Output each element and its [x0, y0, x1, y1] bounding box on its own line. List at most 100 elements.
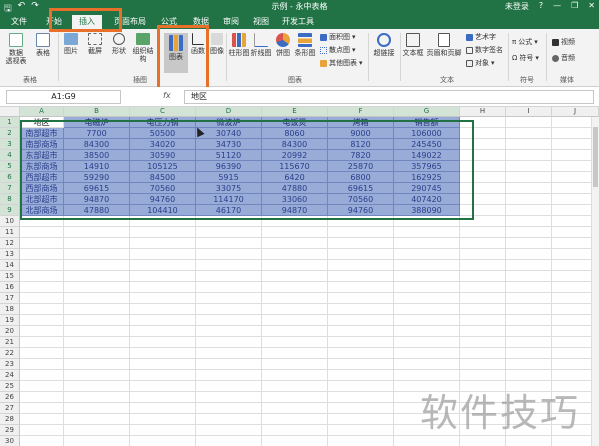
header-footer-button[interactable]: 页眉和页脚: [426, 33, 462, 57]
table-cell[interactable]: [262, 293, 328, 304]
table-cell[interactable]: [506, 282, 552, 293]
table-cell[interactable]: [328, 249, 394, 260]
table-cell[interactable]: 25870: [328, 161, 394, 172]
table-cell[interactable]: [460, 183, 506, 194]
table-cell[interactable]: [20, 326, 64, 337]
table-cell[interactable]: [460, 172, 506, 183]
table-cell[interactable]: [64, 216, 130, 227]
table-cell[interactable]: [20, 348, 64, 359]
table-cell[interactable]: 70560: [130, 183, 196, 194]
table-cell[interactable]: [196, 381, 262, 392]
table-cell[interactable]: 东部超市: [20, 150, 64, 161]
table-cell[interactable]: [460, 271, 506, 282]
function-chart-button[interactable]: 函数: [188, 33, 208, 55]
table-cell[interactable]: 9000: [328, 128, 394, 139]
table-cell[interactable]: [20, 403, 64, 414]
table-cell[interactable]: [328, 315, 394, 326]
table-cell[interactable]: 东部商场: [20, 161, 64, 172]
table-cell[interactable]: [506, 326, 552, 337]
table-cell[interactable]: [64, 315, 130, 326]
table-cell[interactable]: 59290: [64, 172, 130, 183]
table-cell[interactable]: 33075: [196, 183, 262, 194]
table-cell[interactable]: [196, 436, 262, 446]
row-header[interactable]: 3: [0, 139, 20, 150]
table-cell[interactable]: [130, 370, 196, 381]
table-cell[interactable]: [196, 216, 262, 227]
table-cell[interactable]: 14910: [64, 161, 130, 172]
smartart-button[interactable]: 组织结构: [130, 33, 156, 63]
table-cell[interactable]: 245450: [394, 139, 460, 150]
table-cell[interactable]: [328, 304, 394, 315]
table-cell[interactable]: [394, 359, 460, 370]
table-cell[interactable]: 微波炉: [196, 117, 262, 128]
table-cell[interactable]: [196, 271, 262, 282]
table-cell[interactable]: [130, 271, 196, 282]
table-cell[interactable]: 北部超市: [20, 194, 64, 205]
table-cell[interactable]: [394, 348, 460, 359]
table-cell[interactable]: [130, 282, 196, 293]
table-cell[interactable]: [262, 260, 328, 271]
table-cell[interactable]: 电饭煲: [262, 117, 328, 128]
table-cell[interactable]: [262, 348, 328, 359]
tab-review[interactable]: 审阅: [218, 15, 244, 29]
table-cell[interactable]: [328, 392, 394, 403]
table-cell[interactable]: [328, 359, 394, 370]
table-cell[interactable]: 84300: [262, 139, 328, 150]
table-cell[interactable]: [460, 117, 506, 128]
tab-insert[interactable]: 插入: [72, 15, 102, 29]
table-cell[interactable]: [64, 403, 130, 414]
table-cell[interactable]: [328, 282, 394, 293]
formula-input[interactable]: 地区: [184, 90, 594, 104]
table-cell[interactable]: 南部超市: [20, 128, 64, 139]
table-cell[interactable]: 南部商场: [20, 139, 64, 150]
table-cell[interactable]: [506, 227, 552, 238]
table-cell[interactable]: [506, 359, 552, 370]
table-cell[interactable]: [460, 139, 506, 150]
table-cell[interactable]: [20, 359, 64, 370]
table-cell[interactable]: [460, 194, 506, 205]
table-cell[interactable]: [394, 227, 460, 238]
table-cell[interactable]: [130, 227, 196, 238]
table-cell[interactable]: [64, 348, 130, 359]
line-chart-button[interactable]: 折线图: [250, 33, 272, 57]
table-cell[interactable]: [460, 293, 506, 304]
row-header[interactable]: 7: [0, 183, 20, 194]
row-header[interactable]: 2: [0, 128, 20, 139]
row-header[interactable]: 28: [0, 414, 20, 425]
table-cell[interactable]: [262, 381, 328, 392]
table-cell[interactable]: [64, 392, 130, 403]
table-cell[interactable]: 104410: [130, 205, 196, 216]
column-chart-button[interactable]: 柱形图: [228, 33, 250, 57]
row-header[interactable]: 13: [0, 249, 20, 260]
table-cell[interactable]: [64, 304, 130, 315]
table-cell[interactable]: [196, 315, 262, 326]
table-cell[interactable]: [394, 216, 460, 227]
table-cell[interactable]: 7700: [64, 128, 130, 139]
table-cell[interactable]: 34730: [196, 139, 262, 150]
row-header[interactable]: 8: [0, 194, 20, 205]
row-header[interactable]: 9: [0, 205, 20, 216]
row-header[interactable]: 19: [0, 315, 20, 326]
hyperlink-button[interactable]: 超链接: [370, 33, 398, 57]
table-cell[interactable]: [506, 436, 552, 446]
table-cell[interactable]: [394, 326, 460, 337]
table-cell[interactable]: [506, 216, 552, 227]
screenshot-button[interactable]: 截屏: [84, 33, 106, 55]
table-cell[interactable]: [460, 150, 506, 161]
table-cell[interactable]: [20, 392, 64, 403]
table-cell[interactable]: [64, 425, 130, 436]
table-cell[interactable]: [130, 392, 196, 403]
table-cell[interactable]: [130, 260, 196, 271]
pie-chart-button[interactable]: 饼图: [272, 33, 294, 57]
select-all-corner[interactable]: [0, 107, 20, 117]
table-cell[interactable]: [262, 315, 328, 326]
row-header[interactable]: 10: [0, 216, 20, 227]
picture-button[interactable]: 图片: [60, 33, 82, 55]
table-cell[interactable]: [506, 194, 552, 205]
table-cell[interactable]: [394, 293, 460, 304]
table-cell[interactable]: [506, 337, 552, 348]
table-cell[interactable]: [64, 282, 130, 293]
other-chart-button[interactable]: 其他图表 ▾: [320, 58, 363, 68]
table-cell[interactable]: [506, 238, 552, 249]
table-cell[interactable]: 30740: [196, 128, 262, 139]
